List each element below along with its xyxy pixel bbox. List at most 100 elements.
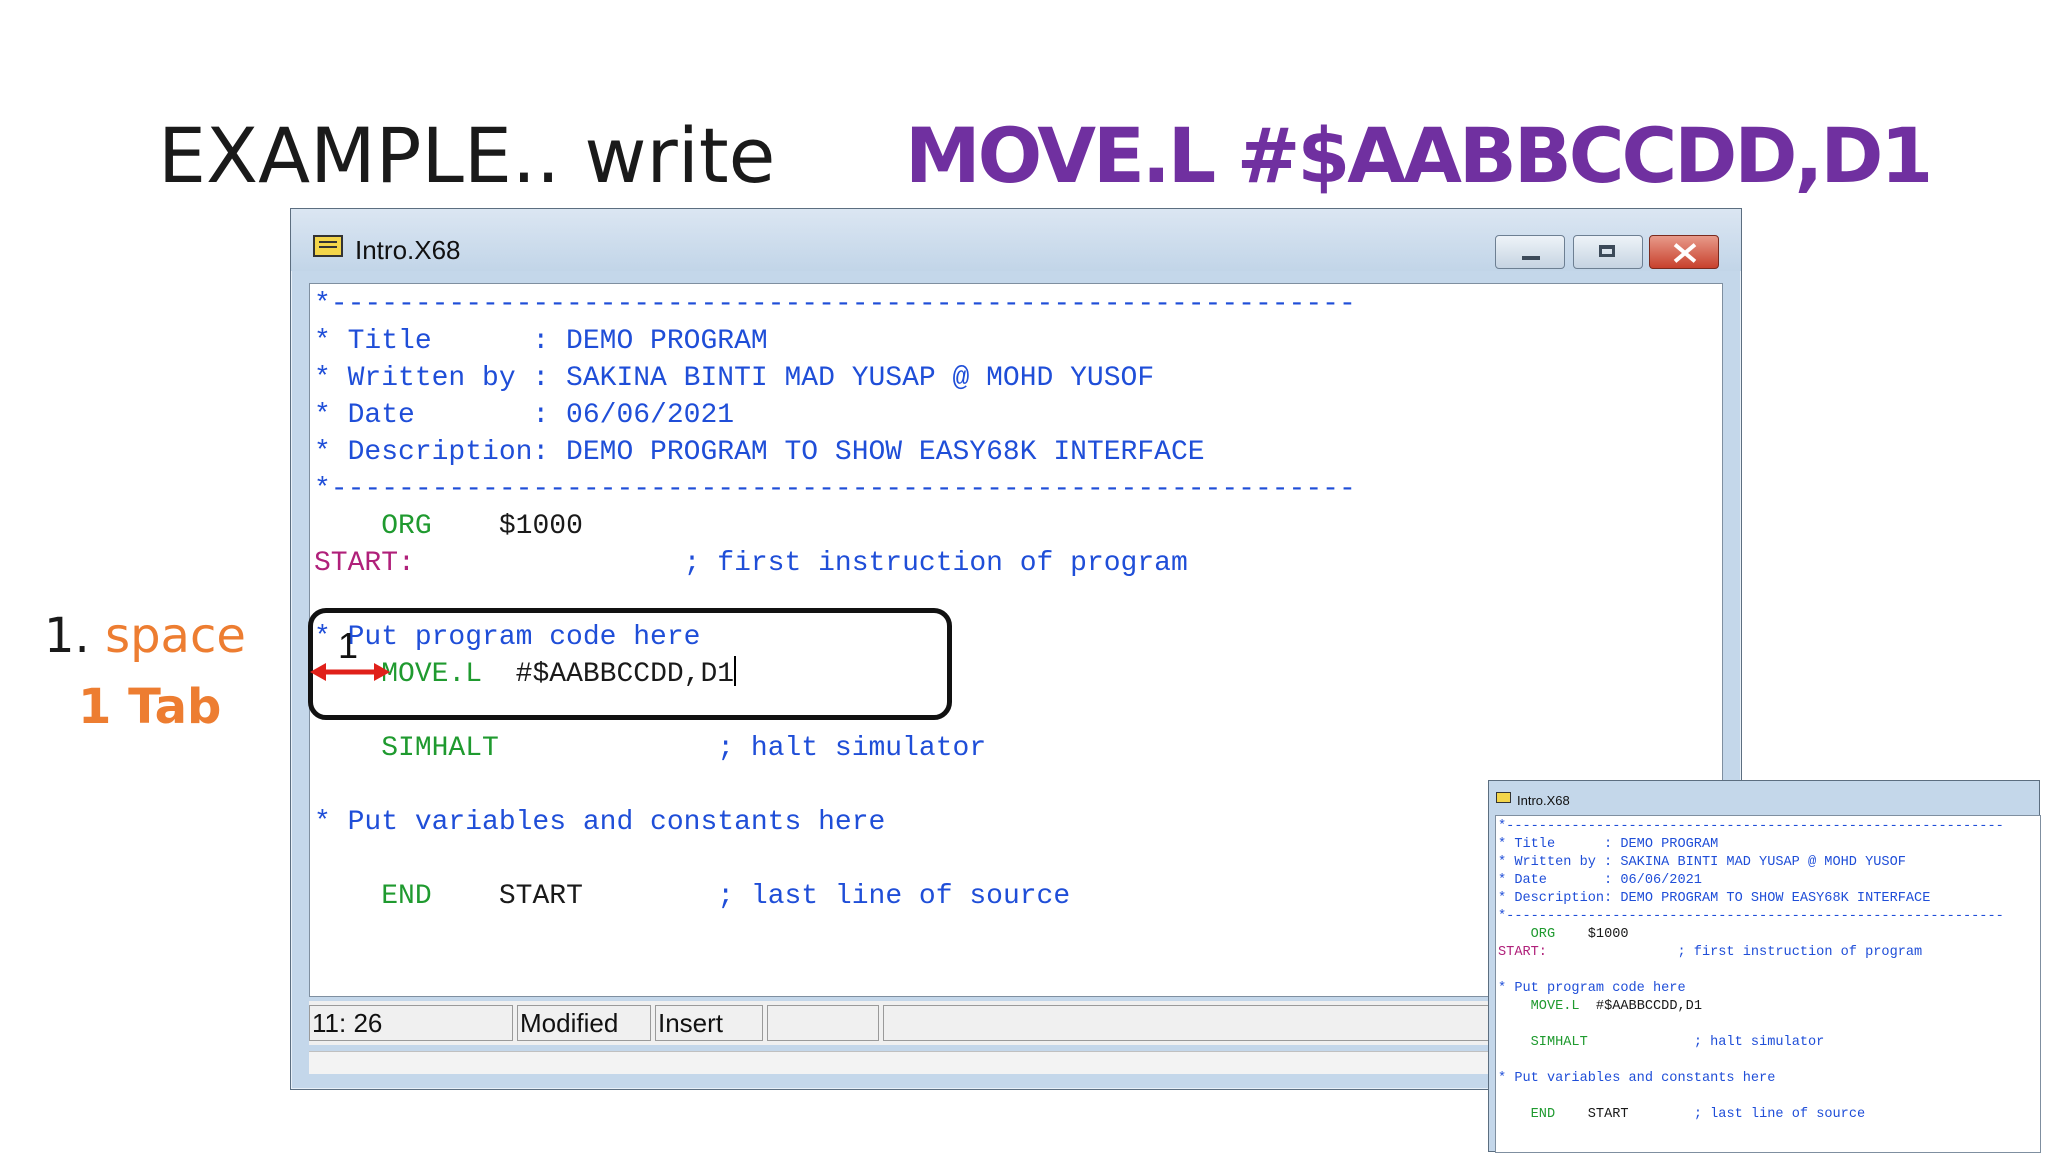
code-line: * Date : 06/06/2021	[314, 397, 1356, 434]
code-comment: * Date : 06/06/2021	[314, 400, 735, 431]
code-gap	[1588, 1035, 1694, 1050]
code-line: MOVE.L #$AABBCCDD,D1	[1498, 998, 2004, 1016]
code-line: *---------------------------------------…	[1498, 818, 2004, 836]
source-code[interactable]: *---------------------------------------…	[314, 286, 1356, 915]
code-line: * Put program code here	[1498, 980, 2004, 998]
code-operand: $1000	[498, 511, 583, 542]
maximize-button[interactable]	[1573, 235, 1643, 269]
code-comment: *---------------------------------------…	[1498, 909, 2004, 924]
code-comment: * Description: DEMO PROGRAM TO SHOW EASY…	[1498, 891, 1931, 906]
side-note-line1: 1. space	[44, 612, 246, 660]
code-comment: * Written by : SAKINA BINTI MAD YUSAP @ …	[1498, 855, 1906, 870]
minimize-button[interactable]	[1495, 235, 1565, 269]
code-line: * Description: DEMO PROGRAM TO SHOW EASY…	[314, 434, 1356, 471]
code-comment: * Put program code here	[1498, 981, 1686, 996]
code-comment: *---------------------------------------…	[314, 474, 1356, 505]
code-label: START:	[314, 548, 415, 579]
slide-heading-code: MOVE.L #$AABBCCDD,D1	[905, 111, 1933, 200]
document-icon	[1496, 792, 1511, 803]
code-gap	[1629, 1107, 1694, 1122]
code-line: SIMHALT ; halt simulator	[1498, 1034, 2004, 1052]
code-line: * Title : DEMO PROGRAM	[314, 323, 1356, 360]
thumbnail-source-code: *---------------------------------------…	[1498, 818, 2004, 1124]
code-line: *---------------------------------------…	[1498, 908, 2004, 926]
code-line: START: ; first instruction of program	[1498, 944, 2004, 962]
code-opcode: END	[1530, 1107, 1556, 1122]
code-comment: ; halt simulator	[1693, 1035, 1825, 1050]
code-gap	[432, 511, 499, 542]
thumbnail-editor: *---------------------------------------…	[1495, 815, 2041, 1153]
close-button[interactable]	[1649, 235, 1719, 269]
slide-heading: EXAMPLE.. write	[158, 111, 776, 200]
code-gap	[432, 881, 499, 912]
note-keyword: space	[105, 608, 246, 664]
code-gap	[1547, 945, 1678, 960]
code-operand: START	[498, 881, 583, 912]
code-line: *---------------------------------------…	[314, 286, 1356, 323]
code-line: *---------------------------------------…	[314, 471, 1356, 508]
thumbnail-window: Intro.X68 *-----------------------------…	[1488, 780, 2041, 1153]
note-number: 1.	[44, 608, 90, 664]
code-gap	[1580, 999, 1596, 1014]
code-line: END START ; last line of source	[1498, 1106, 2004, 1124]
code-line: * Put variables and constants here	[1498, 1070, 2004, 1088]
code-opcode: MOVE.L	[1530, 999, 1580, 1014]
code-line: * Written by : SAKINA BINTI MAD YUSAP @ …	[314, 360, 1356, 397]
code-line: * Description: DEMO PROGRAM TO SHOW EASY…	[1498, 890, 2004, 908]
code-comment: * Title : DEMO PROGRAM	[314, 326, 768, 357]
code-comment: *---------------------------------------…	[314, 289, 1356, 320]
code-comment: ; first instruction of program	[683, 548, 1188, 579]
highlight-box	[308, 608, 952, 720]
code-comment: ; last line of source	[717, 881, 1071, 912]
code-comment: *---------------------------------------…	[1498, 819, 2004, 834]
code-gap	[583, 881, 717, 912]
modified-indicator: Modified	[517, 1005, 651, 1041]
side-note-line2: 1 Tab	[78, 679, 222, 735]
code-opcode: END	[381, 881, 432, 912]
code-comment: ; halt simulator	[717, 733, 987, 764]
code-operand: START	[1587, 1107, 1629, 1122]
code-comment: * Date : 06/06/2021	[1498, 873, 1702, 888]
code-gap	[415, 548, 684, 579]
code-comment: ; last line of source	[1693, 1107, 1866, 1122]
document-icon	[313, 235, 343, 257]
code-opcode: ORG	[1530, 927, 1556, 942]
code-comment: ; first instruction of program	[1677, 945, 1923, 960]
code-comment: * Put variables and constants here	[1498, 1071, 1776, 1086]
code-gap	[499, 733, 717, 764]
code-gap	[1555, 927, 1588, 942]
window-titlebar[interactable]: Intro.X68	[291, 209, 1741, 271]
window-title: Intro.X68	[355, 235, 461, 265]
code-line: * Put variables and constants here	[314, 804, 1356, 841]
code-line: * Written by : SAKINA BINTI MAD YUSAP @ …	[1498, 854, 2004, 872]
code-opcode: SIMHALT	[381, 733, 499, 764]
code-opcode: ORG	[381, 511, 432, 542]
code-line: * Date : 06/06/2021	[1498, 872, 2004, 890]
code-line: ORG $1000	[314, 508, 1356, 545]
code-comment: * Title : DEMO PROGRAM	[1498, 837, 1719, 852]
code-line: SIMHALT ; halt simulator	[314, 730, 1356, 767]
status-panel-empty	[767, 1005, 879, 1041]
code-comment: * Description: DEMO PROGRAM TO SHOW EASY…	[314, 437, 1205, 468]
insert-mode-indicator: Insert	[655, 1005, 763, 1041]
code-line: * Title : DEMO PROGRAM	[1498, 836, 2004, 854]
thumbnail-window-title: Intro.X68	[1517, 793, 1570, 808]
code-line: START: ; first instruction of program	[314, 545, 1356, 582]
code-line: END START ; last line of source	[314, 878, 1356, 915]
code-line: ORG $1000	[1498, 926, 2004, 944]
code-comment: * Written by : SAKINA BINTI MAD YUSAP @ …	[314, 363, 1155, 394]
code-comment: * Put variables and constants here	[314, 807, 886, 838]
code-operand: #$AABBCCDD,D1	[1595, 999, 1702, 1014]
annotation-number: 1	[338, 625, 359, 666]
